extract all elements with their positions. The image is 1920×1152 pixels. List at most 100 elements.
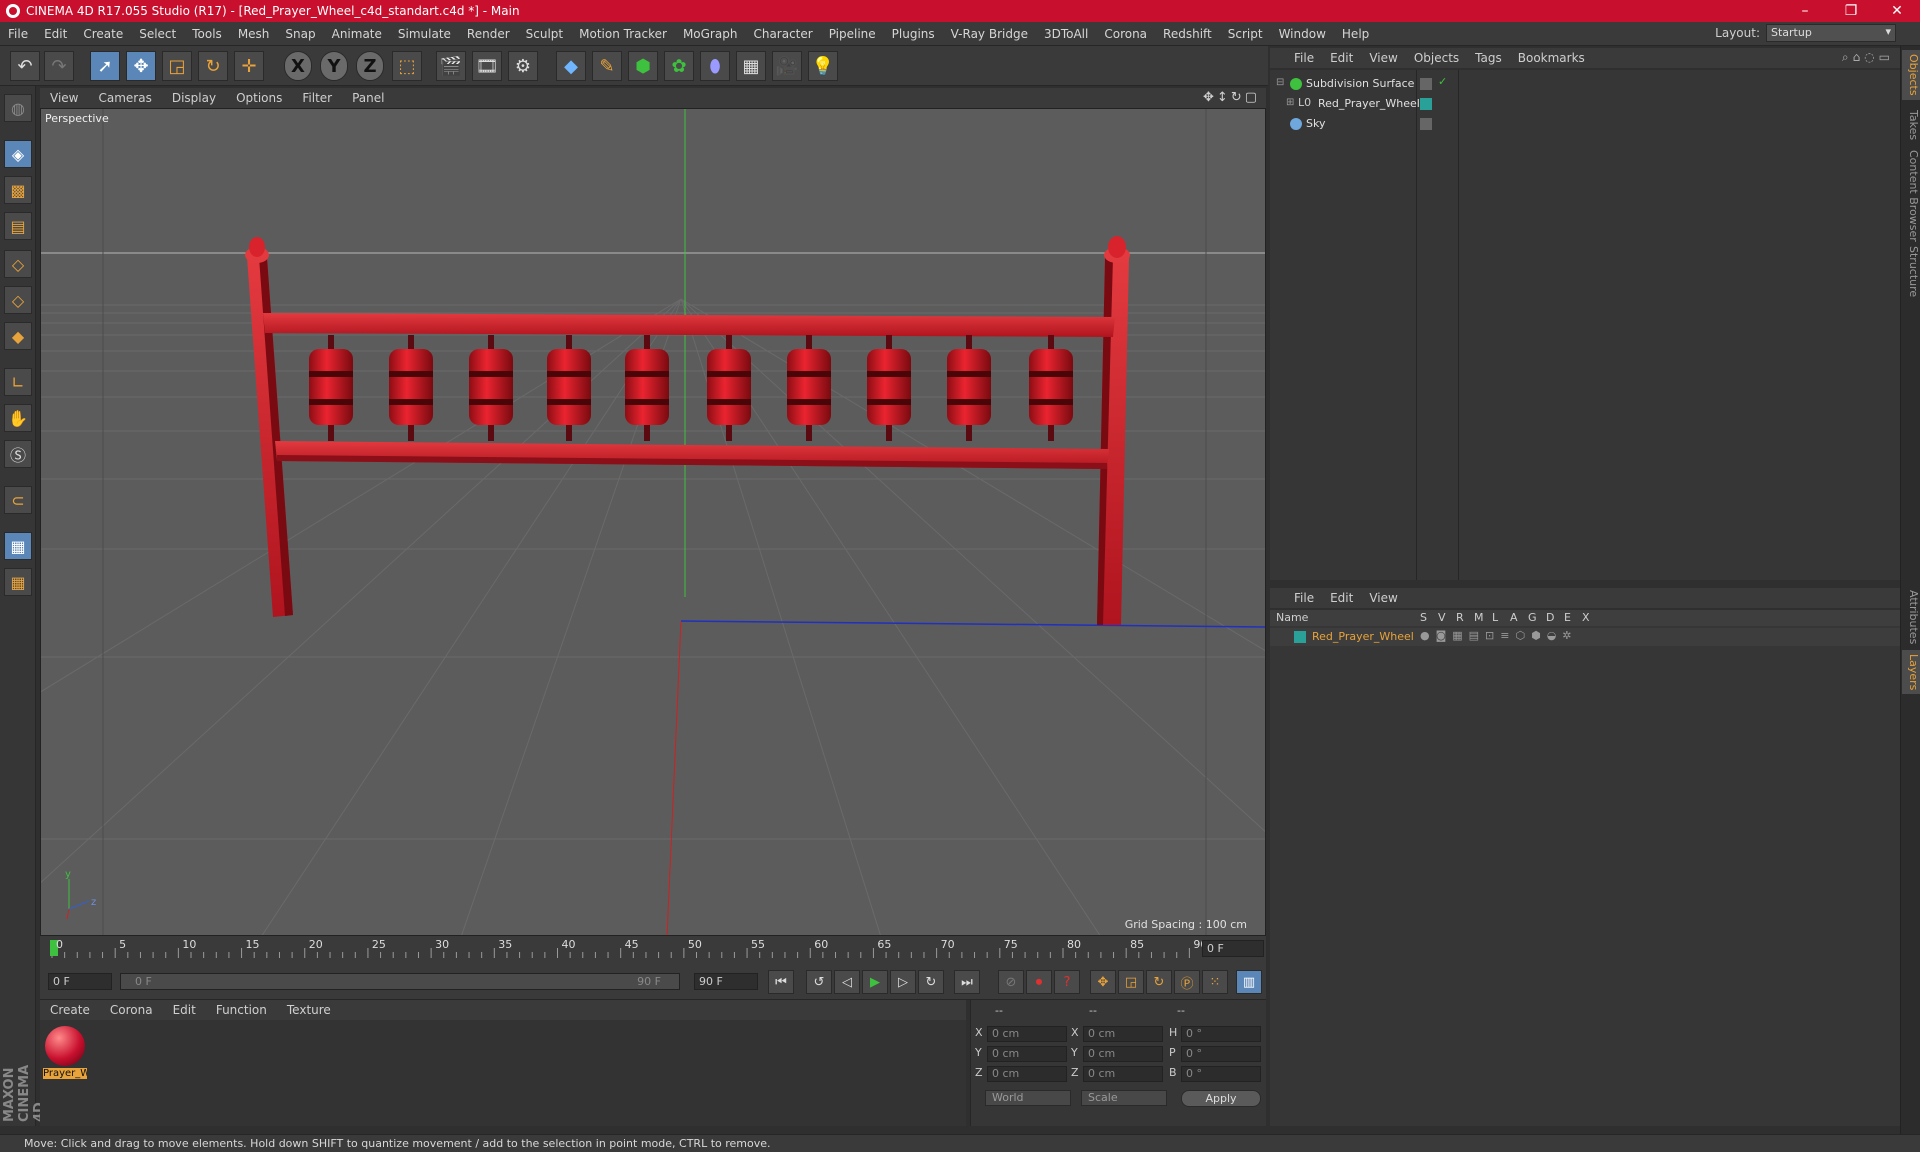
record-position-icon[interactable]: ✥ <box>1090 970 1116 994</box>
menu-select[interactable]: Select <box>131 27 184 41</box>
menu-snap[interactable]: Snap <box>277 27 323 41</box>
material-menu-edit[interactable]: Edit <box>163 1003 206 1017</box>
frame-range-slider[interactable]: 0 F 90 F <box>120 973 680 990</box>
menu-animate[interactable]: Animate <box>324 27 390 41</box>
floor-icon[interactable]: ▦ <box>736 51 766 81</box>
expand-toggle-icon[interactable]: ⊞ <box>1286 97 1294 108</box>
object-row-red-prayer-wheel[interactable]: ⊞ L0 Red_Prayer_Wheel <box>1270 94 1900 114</box>
perspective-viewport[interactable]: y z Perspective Grid Spacing : 100 cm <box>40 108 1266 936</box>
size-z-field[interactable]: 0 cm <box>1083 1066 1163 1082</box>
menu-character[interactable]: Character <box>745 27 820 41</box>
solo-mode-icon[interactable]: Ⓢ <box>4 440 32 468</box>
record-point-level-icon[interactable]: ⁙ <box>1202 970 1228 994</box>
y-axis-lock-button[interactable]: Y <box>320 51 348 81</box>
menu-render[interactable]: Render <box>459 27 518 41</box>
tweak-mode-icon[interactable]: ✋ <box>4 404 32 432</box>
menu-3dtoall[interactable]: 3DToAll <box>1036 27 1096 41</box>
menu-mesh[interactable]: Mesh <box>230 27 278 41</box>
select-tool-icon[interactable]: ➚ <box>90 51 120 81</box>
menu-motion-tracker[interactable]: Motion Tracker <box>571 27 675 41</box>
menu-sculpt[interactable]: Sculpt <box>518 27 571 41</box>
om-menu-edit[interactable]: Edit <box>1322 51 1361 65</box>
material-menu-function[interactable]: Function <box>206 1003 277 1017</box>
redo-button[interactable]: ↷ <box>44 51 74 81</box>
timeline-window-icon[interactable]: ▥ <box>1236 970 1262 994</box>
minimize-button[interactable]: – <box>1782 0 1828 22</box>
material-swatch[interactable]: Prayer_W <box>43 1026 87 1082</box>
undo-button[interactable]: ↶ <box>10 51 40 81</box>
viewport-navigation-icons[interactable]: ✥↕↻▢ <box>1203 90 1260 105</box>
tab-content-browser[interactable]: Content Browser <box>1902 146 1920 246</box>
deformer-icon[interactable]: ⬮ <box>700 51 730 81</box>
layout-dropdown[interactable]: Startup <box>1766 24 1896 42</box>
go-to-end-icon[interactable]: ⏭ <box>954 970 980 994</box>
keyframe-selection-icon[interactable]: ⊘ <box>998 970 1024 994</box>
snap-magnet-icon[interactable]: ⊂ <box>4 486 32 514</box>
rotation-b-field[interactable]: 0 ° <box>1181 1066 1261 1082</box>
object-row-subdivision-surface[interactable]: ⊟ Subdivision Surface ✓ <box>1270 74 1900 94</box>
texture-mode-icon[interactable]: ▩ <box>4 176 32 204</box>
om-menu-bookmarks[interactable]: Bookmarks <box>1510 51 1593 65</box>
close-button[interactable]: ✕ <box>1874 0 1920 22</box>
tab-structure[interactable]: Structure <box>1902 242 1920 301</box>
menu-help[interactable]: Help <box>1334 27 1377 41</box>
tab-takes[interactable]: Takes <box>1902 106 1920 144</box>
edges-mode-icon[interactable]: ◇ <box>4 286 32 314</box>
menu-plugins[interactable]: Plugins <box>884 27 943 41</box>
go-to-start-icon[interactable]: ⏮ <box>768 970 794 994</box>
points-mode-icon[interactable]: ◇ <box>4 250 32 278</box>
light-icon[interactable]: 💡 <box>808 51 838 81</box>
lm-menu-view[interactable]: View <box>1361 591 1405 605</box>
z-axis-lock-button[interactable]: Z <box>356 51 384 81</box>
menu-vray-bridge[interactable]: V-Ray Bridge <box>943 27 1036 41</box>
previous-frame-icon[interactable]: ◁ <box>834 970 860 994</box>
record-rotation-icon[interactable]: ↻ <box>1146 970 1172 994</box>
menu-pipeline[interactable]: Pipeline <box>821 27 884 41</box>
end-frame-field[interactable]: 90 F <box>694 973 758 990</box>
record-active-objects-icon[interactable]: ⏺ <box>1026 970 1052 994</box>
viewport-menu-options[interactable]: Options <box>226 91 292 105</box>
coordinate-system-icon[interactable]: ⬚ <box>392 51 422 81</box>
position-z-field[interactable]: 0 cm <box>987 1066 1067 1082</box>
viewport-menu-panel[interactable]: Panel <box>342 91 394 105</box>
tab-objects[interactable]: Objects <box>1902 50 1920 100</box>
render-view-icon[interactable]: 🎬 <box>436 51 466 81</box>
record-scale-icon[interactable]: ◲ <box>1118 970 1144 994</box>
record-parameter-icon[interactable]: Ⓟ <box>1174 970 1200 994</box>
transform-tool-icon[interactable]: ✛ <box>234 51 264 81</box>
x-axis-lock-button[interactable]: X <box>284 51 312 81</box>
render-settings-icon[interactable]: ⚙ <box>508 51 538 81</box>
rotation-h-field[interactable]: 0 ° <box>1181 1026 1261 1042</box>
viewport-menu-filter[interactable]: Filter <box>292 91 342 105</box>
menu-corona[interactable]: Corona <box>1096 27 1155 41</box>
om-menu-file[interactable]: File <box>1286 51 1322 65</box>
size-x-field[interactable]: 0 cm <box>1083 1026 1163 1042</box>
workplane-mode-icon[interactable]: ▤ <box>4 212 32 240</box>
locked-workplane-icon[interactable]: ▦ <box>4 568 32 596</box>
menu-window[interactable]: Window <box>1271 27 1334 41</box>
menu-mograph[interactable]: MoGraph <box>675 27 746 41</box>
material-menu-create[interactable]: Create <box>40 1003 100 1017</box>
move-tool-icon[interactable]: ✥ <box>126 51 156 81</box>
om-menu-objects[interactable]: Objects <box>1406 51 1467 65</box>
rotate-tool-icon[interactable]: ↻ <box>198 51 228 81</box>
menu-simulate[interactable]: Simulate <box>390 27 459 41</box>
next-key-icon[interactable]: ↻ <box>918 970 944 994</box>
viewport-menu-cameras[interactable]: Cameras <box>88 91 161 105</box>
pen-spline-icon[interactable]: ✎ <box>592 51 622 81</box>
current-frame-field[interactable]: 0 F <box>1202 940 1264 957</box>
layer-row-red-prayer-wheel[interactable]: Red_Prayer_Wheel ●◙▦▤⊡≡⬡⬢◒✲ <box>1270 628 1900 646</box>
camera-icon[interactable]: 🎥 <box>772 51 802 81</box>
size-y-field[interactable]: 0 cm <box>1083 1046 1163 1062</box>
apply-button[interactable]: Apply <box>1181 1090 1261 1107</box>
autokeying-icon[interactable]: ? <box>1054 970 1080 994</box>
rotation-p-field[interactable]: 0 ° <box>1181 1046 1261 1062</box>
menu-edit[interactable]: Edit <box>36 27 75 41</box>
om-search-home-icons[interactable]: ⌕⌂◌▭ <box>1842 50 1894 65</box>
menu-file[interactable]: File <box>0 27 36 41</box>
model-mode-icon[interactable]: ◈ <box>4 140 32 168</box>
coordinate-mode-dropdown[interactable]: World <box>985 1090 1071 1106</box>
menu-tools[interactable]: Tools <box>184 27 230 41</box>
size-mode-dropdown[interactable]: Scale <box>1081 1090 1167 1106</box>
subdivision-surface-icon[interactable]: ⬢ <box>628 51 658 81</box>
